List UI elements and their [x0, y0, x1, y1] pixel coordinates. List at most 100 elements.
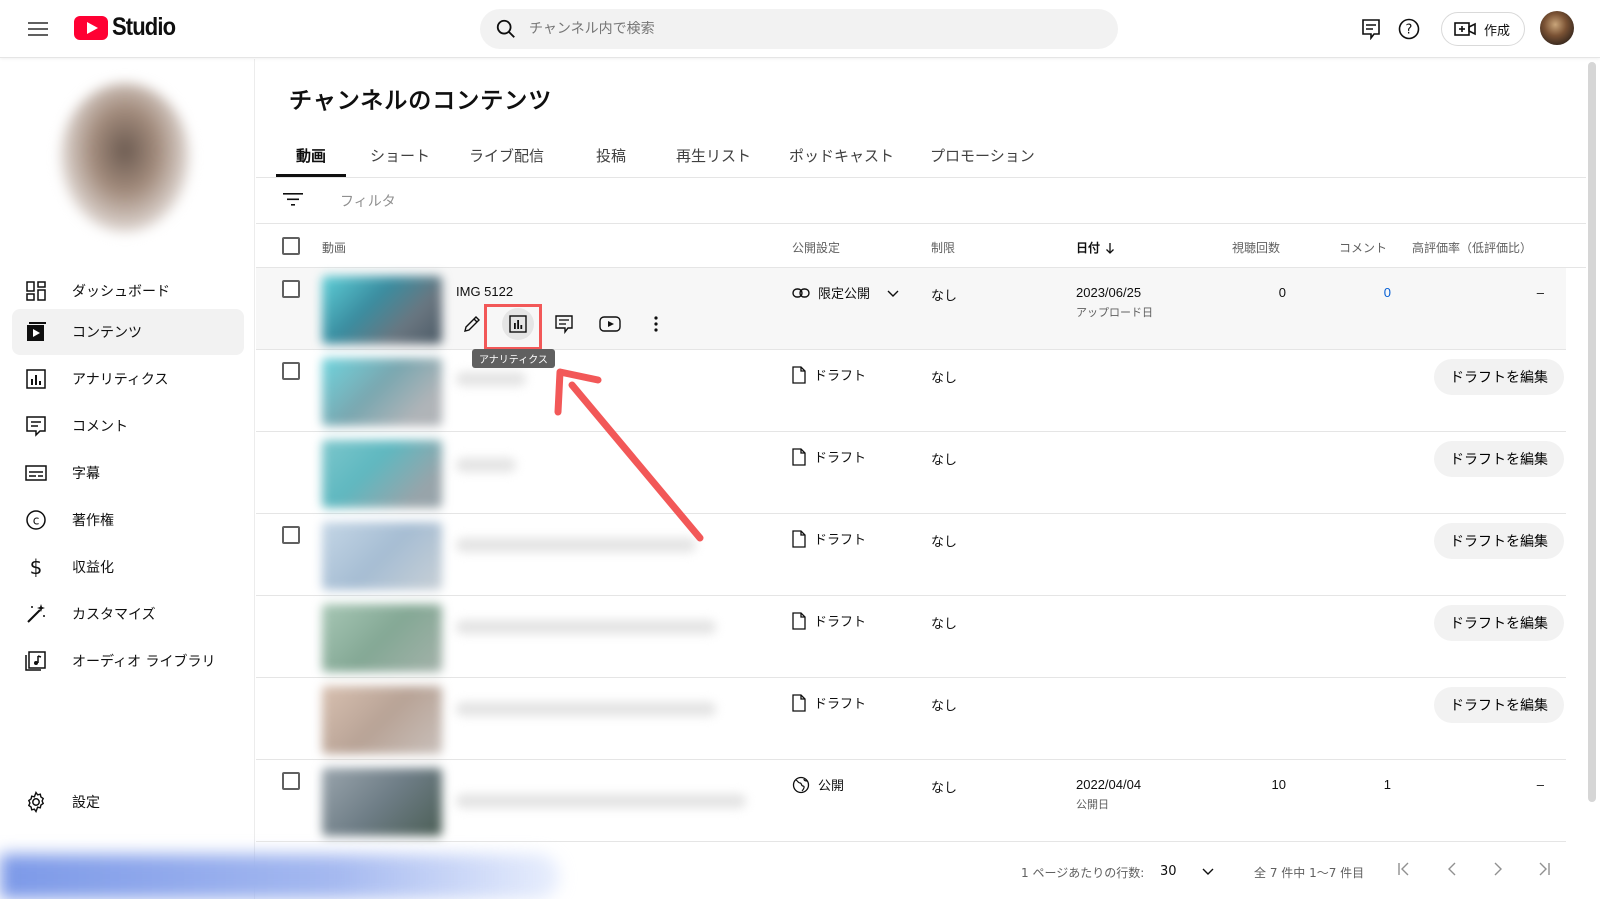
last-page-icon[interactable]: [1536, 861, 1552, 877]
sidebar-item-subtitles[interactable]: 字幕: [12, 450, 244, 496]
sidebar-item-label: 収益化: [72, 560, 114, 576]
blurred-title: [456, 620, 716, 634]
video-title[interactable]: IMG 5122: [456, 284, 513, 299]
sidebar-item-dashboard[interactable]: ダッシュボード: [12, 268, 244, 314]
video-thumbnail[interactable]: [322, 358, 442, 426]
comments-value[interactable]: 0: [1371, 285, 1391, 300]
date-value: 2023/06/25: [1076, 285, 1142, 300]
copyright-icon: c: [26, 510, 46, 530]
visibility-label: 限定公開: [818, 287, 871, 302]
sidebar-item-monetization[interactable]: $ 収益化: [12, 544, 244, 590]
youtube-play-icon[interactable]: [594, 308, 626, 340]
tab-podcasts[interactable]: ポッドキャスト: [781, 137, 902, 177]
blurred-title: [456, 702, 716, 716]
sidebar-item-label: ダッシュボード: [72, 284, 170, 300]
table-row[interactable]: IMG 5122 限定公開 なし 2023/06/25 アップロード日 0 0 …: [256, 268, 1566, 350]
video-thumbnail[interactable]: [322, 522, 442, 590]
edit-draft-button[interactable]: ドラフトを編集: [1434, 441, 1564, 477]
edit-draft-button[interactable]: ドラフトを編集: [1434, 687, 1564, 723]
channel-avatar[interactable]: [60, 83, 190, 233]
rows-per-page-select[interactable]: 30: [1160, 858, 1220, 884]
table-row[interactable]: ドラフト なし ドラフトを編集: [256, 432, 1566, 514]
video-thumbnail[interactable]: [322, 686, 442, 754]
comment-icon[interactable]: [548, 308, 580, 340]
first-page-icon[interactable]: [1396, 861, 1412, 877]
visibility-label: ドラフト: [814, 533, 867, 548]
search-bar[interactable]: [480, 9, 1118, 49]
sidebar-item-copyright[interactable]: c 著作権: [12, 497, 244, 543]
header-date[interactable]: 日付: [1076, 239, 1115, 256]
tab-playlists[interactable]: 再生リスト: [668, 137, 759, 177]
svg-text:?: ?: [1406, 23, 1413, 38]
header-comments[interactable]: コメント: [1339, 239, 1387, 256]
video-thumbnail[interactable]: [322, 440, 442, 508]
visibility-label: ドラフト: [814, 369, 867, 384]
feedback-icon[interactable]: [1358, 16, 1384, 42]
restriction-value: なし: [931, 781, 958, 796]
sidebar-item-analytics[interactable]: アナリティクス: [12, 356, 244, 402]
video-thumbnail[interactable]: [322, 604, 442, 672]
visibility-status: ドラフト: [792, 529, 866, 548]
table-row[interactable]: 公開 なし 2022/04/04 公開日 10 1 –: [256, 760, 1566, 842]
youtube-studio-logo[interactable]: Studio: [74, 13, 184, 42]
sidebar-item-label: アナリティクス: [72, 372, 169, 388]
content-icon: [27, 322, 46, 341]
edit-draft-button[interactable]: ドラフトを編集: [1434, 523, 1564, 559]
sidebar-item-customize[interactable]: カスタマイズ: [12, 591, 244, 637]
scrollbar[interactable]: [1588, 62, 1596, 802]
table-row[interactable]: ドラフト なし ドラフトを編集: [256, 596, 1566, 678]
video-thumbnail[interactable]: [322, 276, 442, 344]
tab-shorts[interactable]: ショート: [362, 137, 438, 177]
more-options-icon[interactable]: [640, 308, 672, 340]
views-value: 10: [1271, 777, 1286, 792]
filter-icon[interactable]: [283, 191, 303, 207]
pagination-range: 全 7 件中 1〜7 件目: [1254, 866, 1365, 880]
search-input[interactable]: [529, 21, 1089, 37]
visibility-label: ドラフト: [814, 615, 867, 630]
header-likes[interactable]: 高評価率（低評価比）: [1412, 239, 1532, 256]
help-icon[interactable]: ?: [1396, 16, 1422, 42]
menu-icon[interactable]: [24, 15, 52, 43]
table-row[interactable]: ドラフト なし ドラフトを編集: [256, 350, 1566, 432]
top-bar: Studio ? 作成: [0, 0, 1600, 58]
sidebar-item-comments[interactable]: コメント: [12, 403, 244, 449]
filter-bar[interactable]: フィルタ: [256, 177, 1586, 223]
date-type: アップロード日: [1076, 306, 1153, 319]
create-video-icon: [1454, 22, 1476, 36]
views-value: 0: [1278, 285, 1286, 300]
next-page-icon[interactable]: [1490, 861, 1506, 877]
analytics-tooltip: アナリティクス: [472, 349, 555, 368]
visibility-label: ドラフト: [814, 697, 867, 712]
row-checkbox[interactable]: [282, 362, 300, 380]
tab-posts[interactable]: 投稿: [588, 137, 634, 177]
sidebar-item-audio-library[interactable]: オーディオ ライブラリ: [12, 638, 244, 684]
header-views[interactable]: 視聴回数: [1232, 239, 1280, 256]
row-checkbox[interactable]: [282, 772, 300, 790]
header-restriction[interactable]: 制限: [931, 239, 955, 256]
tab-live[interactable]: ライブ配信: [461, 137, 552, 177]
tab-videos[interactable]: 動画: [276, 137, 346, 177]
customize-icon: [27, 604, 45, 623]
blurred-title: [456, 794, 746, 808]
row-checkbox[interactable]: [282, 526, 300, 544]
sidebar-item-content[interactable]: コンテンツ: [12, 309, 244, 355]
visibility-select[interactable]: 限定公開: [792, 283, 900, 302]
row-checkbox[interactable]: [282, 280, 300, 298]
search-icon[interactable]: [495, 18, 517, 40]
table-row[interactable]: ドラフト なし ドラフトを編集: [256, 514, 1566, 596]
page-title: チャンネルのコンテンツ: [289, 88, 553, 114]
sidebar-item-label: オーディオ ライブラリ: [72, 654, 216, 670]
table-row[interactable]: ドラフト なし ドラフトを編集: [256, 678, 1566, 760]
create-button[interactable]: 作成: [1441, 12, 1525, 46]
edit-draft-button[interactable]: ドラフトを編集: [1434, 359, 1564, 395]
tab-promotions[interactable]: プロモーション: [922, 137, 1043, 177]
sidebar-item-settings[interactable]: 設定: [12, 779, 244, 825]
account-avatar[interactable]: [1540, 11, 1574, 45]
header-visibility[interactable]: 公開設定: [792, 239, 840, 256]
select-all-checkbox[interactable]: [282, 237, 300, 255]
comments-value[interactable]: 1: [1371, 777, 1391, 792]
video-thumbnail[interactable]: [322, 768, 442, 836]
previous-page-icon[interactable]: [1444, 861, 1460, 877]
edit-draft-button[interactable]: ドラフトを編集: [1434, 605, 1564, 641]
analytics-highlight-box: [484, 304, 542, 350]
